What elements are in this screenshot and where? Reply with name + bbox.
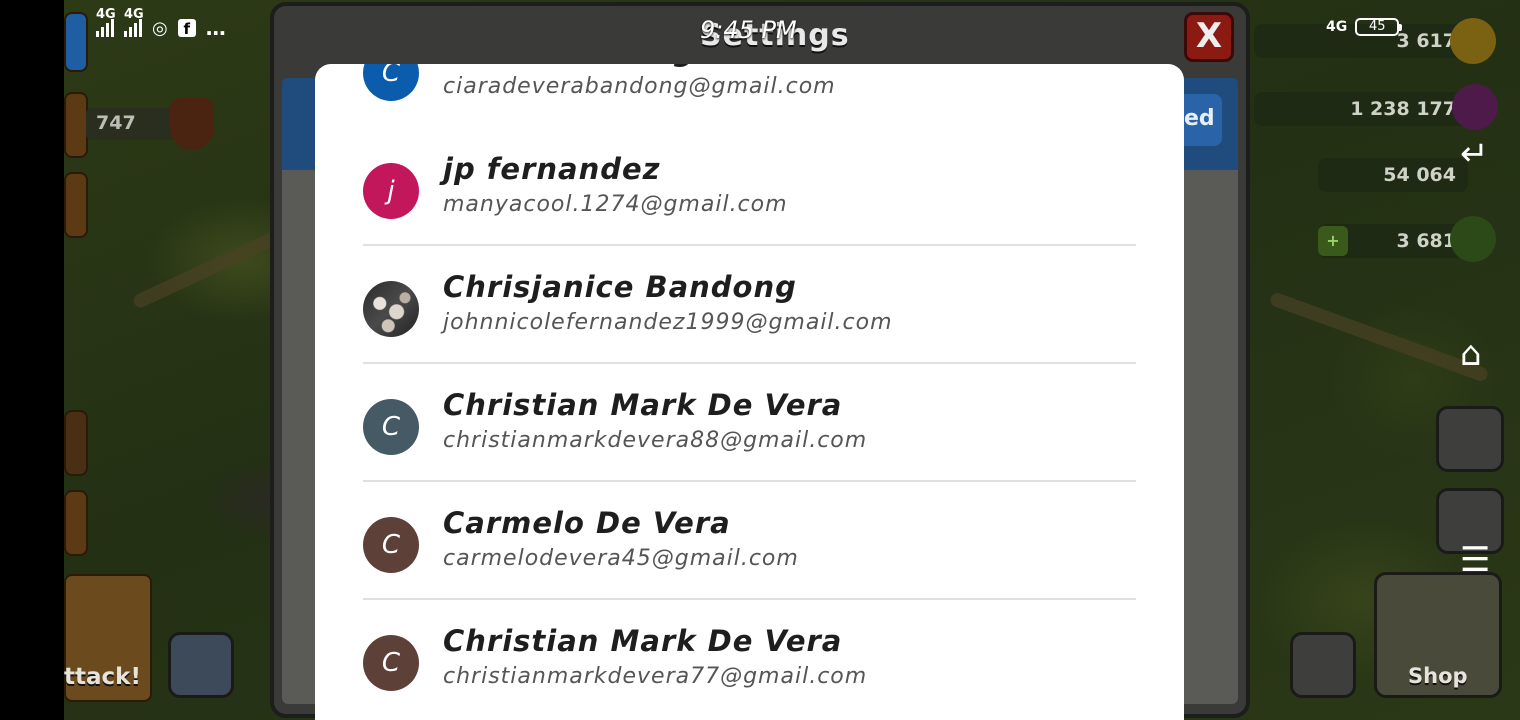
avatar-photo [363, 281, 419, 337]
avatar: C [363, 635, 419, 691]
network-type-1: 4G [96, 7, 116, 22]
left-hud-tile [64, 410, 88, 476]
account-name: Ciara Bandong [443, 64, 695, 68]
facebook-icon: f [177, 19, 196, 38]
left-hud-tile [64, 490, 88, 556]
account-name: Christian Mark De Vera [443, 624, 843, 658]
gem-icon [1450, 216, 1496, 262]
status-left: 4G 4G ◎ f … [96, 7, 226, 40]
account-row[interactable]: C Christian Mark De Vera christianmarkdeve… [363, 600, 1136, 718]
home-nav-icon[interactable]: ⌂ [1460, 334, 1482, 374]
status-right: 4G 45 [1326, 18, 1403, 36]
status-bar: 4G 4G ◎ f … 9:45 PM 4G 45 [0, 0, 1520, 64]
settings-tab-label: ed [1184, 106, 1215, 131]
account-row[interactable]: C Ciara Bandong ciaradeverabandong@gmail.c… [363, 64, 1136, 128]
signal-icon: 4G [124, 7, 144, 37]
avatar: j [363, 163, 419, 219]
account-row[interactable]: C Carmelo De Vera carmelodevera45@gmail.co… [363, 482, 1136, 600]
account-row[interactable]: C Christian Mark De Vera christianmarkdeve… [363, 364, 1136, 482]
elixir-drop-icon [1452, 84, 1498, 130]
avatar: C [363, 399, 419, 455]
network-type-right: 4G [1326, 19, 1348, 35]
menu-nav-icon[interactable]: ☰ [1460, 540, 1490, 580]
account-list[interactable]: C Ciara Bandong ciaradeverabandong@gmail.c… [363, 64, 1136, 718]
account-email: johnnicolefernandez1999@gmail.com [443, 310, 893, 335]
trophy-icon [170, 98, 214, 150]
account-email: carmelodevera45@gmail.com [443, 546, 799, 571]
account-email: ciaradeverabandong@gmail.com [443, 74, 836, 99]
game-path [1268, 291, 1490, 383]
battery-icon: 45 [1355, 18, 1403, 36]
account-email: manyacool.1274@gmail.com [443, 192, 788, 217]
left-hud-tile [64, 92, 88, 158]
chrome-icon: ◎ [152, 17, 168, 39]
left-hud-tile [64, 172, 88, 238]
avatar: C [363, 64, 419, 101]
battery-level: 45 [1368, 19, 1386, 34]
clock: 9:45 PM [700, 16, 797, 44]
account-name: Chrisjanice Bandong [443, 270, 797, 304]
signal-icon: 4G [96, 7, 116, 37]
settings-tab-fragment[interactable]: ed [1184, 94, 1222, 146]
edit-layout-button[interactable] [1436, 406, 1504, 472]
elixir-counter: 1 238 177 [1254, 92, 1468, 126]
account-email: christianmarkdevera88@gmail.com [443, 428, 868, 453]
news-button[interactable] [1290, 632, 1356, 698]
attack-label: ttack! [64, 664, 141, 690]
account-row[interactable]: Chrisjanice Bandong johnnicolefernandez19… [363, 246, 1136, 364]
account-email: christianmarkdevera77@gmail.com [443, 664, 868, 689]
account-name: Christian Mark De Vera [443, 388, 843, 422]
network-type-2: 4G [124, 7, 144, 22]
shield-icon[interactable] [168, 632, 234, 698]
dark-elixir-counter: 54 064 [1318, 158, 1468, 192]
shop-label: Shop [1408, 664, 1468, 688]
account-name: jp fernandez [443, 152, 661, 186]
back-nav-icon[interactable]: ↵ [1460, 134, 1489, 174]
account-picker-dialog: C Ciara Bandong ciaradeverabandong@gmail.c… [315, 64, 1184, 720]
account-name: Carmelo De Vera [443, 506, 731, 540]
avatar: C [363, 517, 419, 573]
account-row[interactable]: j jp fernandez manyacool.1274@gmail.com [363, 128, 1136, 246]
add-gems-icon[interactable]: + [1318, 226, 1348, 256]
more-notifications-icon: … [205, 16, 226, 40]
